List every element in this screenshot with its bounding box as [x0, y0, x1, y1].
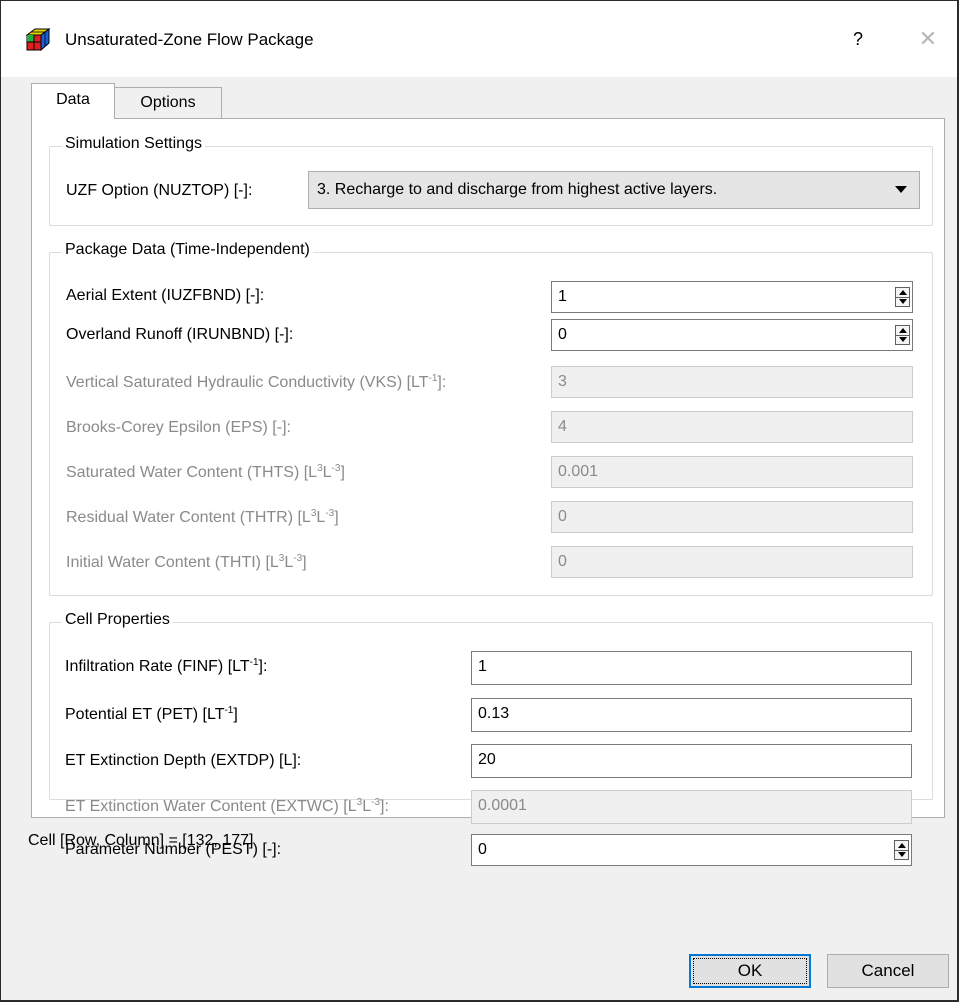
cell-status-text: Cell [Row, Column] = [132, 177] [28, 832, 254, 849]
overland-runoff-value: 0 [558, 326, 567, 343]
aerial-extent-label: Aerial Extent (IUZFBND) [-]: [66, 287, 265, 304]
pest-value: 0 [478, 841, 487, 858]
chevron-down-icon [895, 186, 907, 193]
extwc-label: ET Extinction Water Content (EXTWC) [L3L… [65, 797, 389, 816]
pet-value: 0.13 [478, 705, 510, 722]
aerial-extent-value: 1 [558, 288, 567, 305]
thts-field: 0.001 [551, 456, 913, 488]
thtr-label: Residual Water Content (THTR) [L3L-3] [66, 508, 339, 527]
tab-options[interactable]: Options [114, 87, 222, 119]
extdp-input[interactable]: 20 [471, 744, 912, 778]
uzf-option-label: UZF Option (NUZTOP) [-]: [66, 182, 253, 199]
thts-value: 0.001 [558, 463, 599, 480]
thti-field: 0 [551, 546, 913, 578]
tab-panel-data: Simulation Settings UZF Option (NUZTOP) … [31, 118, 945, 866]
extdp-value: 20 [478, 751, 496, 768]
eps-value: 4 [558, 418, 567, 435]
thti-value: 0 [558, 553, 567, 570]
uzf-option-dropdown[interactable]: 3. Recharge to and discharge from highes… [308, 171, 920, 209]
tab-data[interactable]: Data [31, 83, 115, 119]
cancel-button[interactable]: Cancel [827, 954, 949, 988]
thtr-value: 0 [558, 508, 567, 525]
uzf-option-value: 3. Recharge to and discharge from highes… [317, 181, 718, 198]
vks-value: 3 [558, 373, 567, 390]
finf-value: 1 [478, 658, 487, 675]
close-button[interactable]: ✕ [913, 23, 943, 55]
eps-field: 4 [551, 411, 913, 443]
spin-arrows-icon[interactable] [894, 840, 909, 860]
thtr-field: 0 [551, 501, 913, 533]
title-bar: Unsaturated-Zone Flow Package ? ✕ [1, 1, 957, 77]
pet-label: Potential ET (PET) [LT-1] [65, 705, 238, 724]
help-button[interactable]: ? [843, 23, 873, 55]
simulation-settings-title: Simulation Settings [62, 135, 205, 153]
package-data-group: Package Data (Time-Independent) Aerial E… [49, 241, 933, 596]
uzf-dialog: Unsaturated-Zone Flow Package ? ✕ Data O… [0, 0, 959, 1002]
thti-label: Initial Water Content (THTI) [L3L-3] [66, 553, 307, 572]
extwc-field: 0.0001 [471, 790, 912, 824]
eps-label: Brooks-Corey Epsilon (EPS) [-]: [66, 419, 291, 436]
spin-arrows-icon[interactable] [895, 325, 910, 345]
cell-properties-title: Cell Properties [62, 611, 173, 629]
overland-runoff-spinbox[interactable]: 0 [551, 319, 913, 351]
spin-arrows-icon[interactable] [895, 287, 910, 307]
pest-spinbox[interactable]: 0 [471, 834, 912, 866]
vks-field: 3 [551, 366, 913, 398]
extwc-value: 0.0001 [478, 797, 527, 814]
vks-label: Vertical Saturated Hydraulic Conductivit… [66, 373, 447, 392]
finf-input[interactable]: 1 [471, 651, 912, 685]
package-data-title: Package Data (Time-Independent) [62, 241, 313, 259]
pet-input[interactable]: 0.13 [471, 698, 912, 732]
extdp-label: ET Extinction Depth (EXTDP) [L]: [65, 752, 302, 769]
ok-button[interactable]: OK [689, 954, 811, 988]
overland-runoff-label: Overland Runoff (IRUNBND) [-]: [66, 326, 294, 343]
window-title: Unsaturated-Zone Flow Package [65, 30, 314, 49]
aerial-extent-spinbox[interactable]: 1 [551, 281, 913, 313]
app-cube-icon [25, 28, 51, 52]
thts-label: Saturated Water Content (THTS) [L3L-3] [66, 463, 345, 482]
finf-label: Infiltration Rate (FINF) [LT-1]: [65, 657, 268, 676]
simulation-settings-group: Simulation Settings UZF Option (NUZTOP) … [49, 135, 933, 226]
